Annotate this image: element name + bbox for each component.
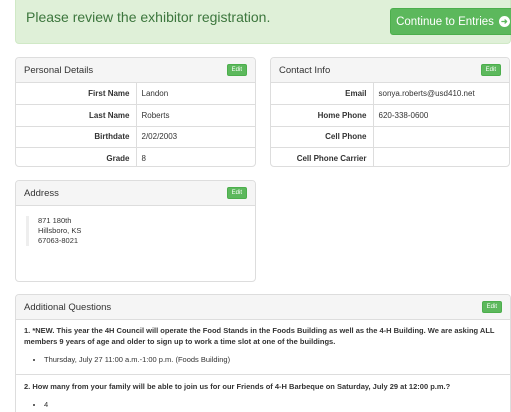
table-row: Email sonya.roberts@usd410.net [271, 83, 509, 105]
panel-heading: Personal Details Edit [16, 58, 255, 83]
field-label: Last Name [16, 104, 137, 127]
table-row: Home Phone 620-338-0600 [271, 104, 509, 127]
personal-details-panel: Personal Details Edit First Name Landon L… [15, 57, 256, 167]
panel-title: Personal Details [24, 64, 94, 76]
field-label: Email [271, 83, 374, 105]
continue-to-entries-button[interactable]: Continue to Entries ➜ [390, 8, 511, 35]
arrow-right-circle-icon: ➜ [498, 16, 510, 27]
edit-address-button[interactable]: Edit [226, 187, 247, 199]
divider [16, 374, 510, 375]
edit-contact-button[interactable]: Edit [480, 64, 501, 76]
address-line-2: Hillsboro, KS [38, 226, 82, 235]
question-text: 1. *NEW. This year the 4H Council will o… [24, 326, 495, 346]
answer-item: Thursday, July 27 11:00 a.m.-1:00 p.m. (… [44, 355, 502, 364]
field-value: Landon [141, 89, 169, 99]
field-label: Home Phone [271, 104, 374, 127]
review-alert: Please review the exhibitor registration… [15, 0, 511, 44]
address-panel: Address Edit 871 180th Hillsboro, KS 670… [15, 180, 256, 282]
panel-title: Additional Questions [24, 301, 112, 313]
continue-button-label: Continue to Entries [396, 15, 494, 28]
field-value [373, 147, 509, 166]
field-label: Cell Phone Carrier [271, 147, 374, 166]
question-text: 2. How many from your family will be abl… [24, 382, 451, 391]
answer-list: Thursday, July 27 11:00 a.m.-1:00 p.m. (… [38, 355, 502, 364]
field-value: 2/02/2003 [136, 125, 255, 148]
field-label: Cell Phone [271, 125, 374, 148]
field-value: Roberts [136, 104, 255, 127]
panel-heading: Contact Info Edit [271, 58, 509, 83]
table-row: Birthdate 2/02/2003 [16, 125, 255, 148]
table-row: First Name Landon [16, 83, 255, 105]
alert-message: Please review the exhibitor registration… [26, 9, 271, 25]
answer-item: 4 [44, 400, 502, 409]
table-row: Cell Phone [271, 125, 509, 148]
field-label: First Name [16, 83, 137, 105]
additional-questions-panel: Additional Questions Edit 1. *NEW. This … [15, 294, 511, 412]
address-body: 871 180th Hillsboro, KS 67063-8021 [16, 206, 255, 256]
questions-list: 1. *NEW. This year the 4H Council will o… [16, 320, 510, 409]
personal-details-table: First Name Landon Last Name Roberts Birthd… [16, 83, 255, 166]
edit-questions-button[interactable]: Edit [481, 301, 502, 313]
edit-personal-button[interactable]: Edit [226, 64, 247, 76]
contact-info-table: Email sonya.roberts@usd410.net Home Phone… [271, 83, 509, 166]
table-row: Cell Phone Carrier [271, 147, 509, 166]
field-value: sonya.roberts@usd410.net [378, 89, 475, 99]
panel-heading: Address Edit [16, 181, 255, 206]
field-label: Birthdate [16, 125, 137, 148]
table-row: Last Name Roberts [16, 104, 255, 127]
panel-title: Address [24, 187, 59, 199]
panel-heading: Additional Questions Edit [16, 295, 510, 320]
field-label: Grade [16, 147, 137, 166]
field-value: 620-338-0600 [373, 104, 509, 127]
table-row: Grade 8 [16, 147, 255, 166]
field-value [373, 125, 509, 148]
answer-list: 4 [38, 400, 502, 409]
address-line-1: 871 180th [38, 216, 72, 225]
address-block: 871 180th Hillsboro, KS 67063-8021 [26, 216, 245, 246]
field-value: 8 [136, 147, 255, 166]
panel-title: Contact Info [279, 64, 331, 76]
address-line-3: 67063-8021 [38, 236, 79, 245]
contact-info-panel: Contact Info Edit Email sonya.roberts@usd… [270, 57, 510, 167]
